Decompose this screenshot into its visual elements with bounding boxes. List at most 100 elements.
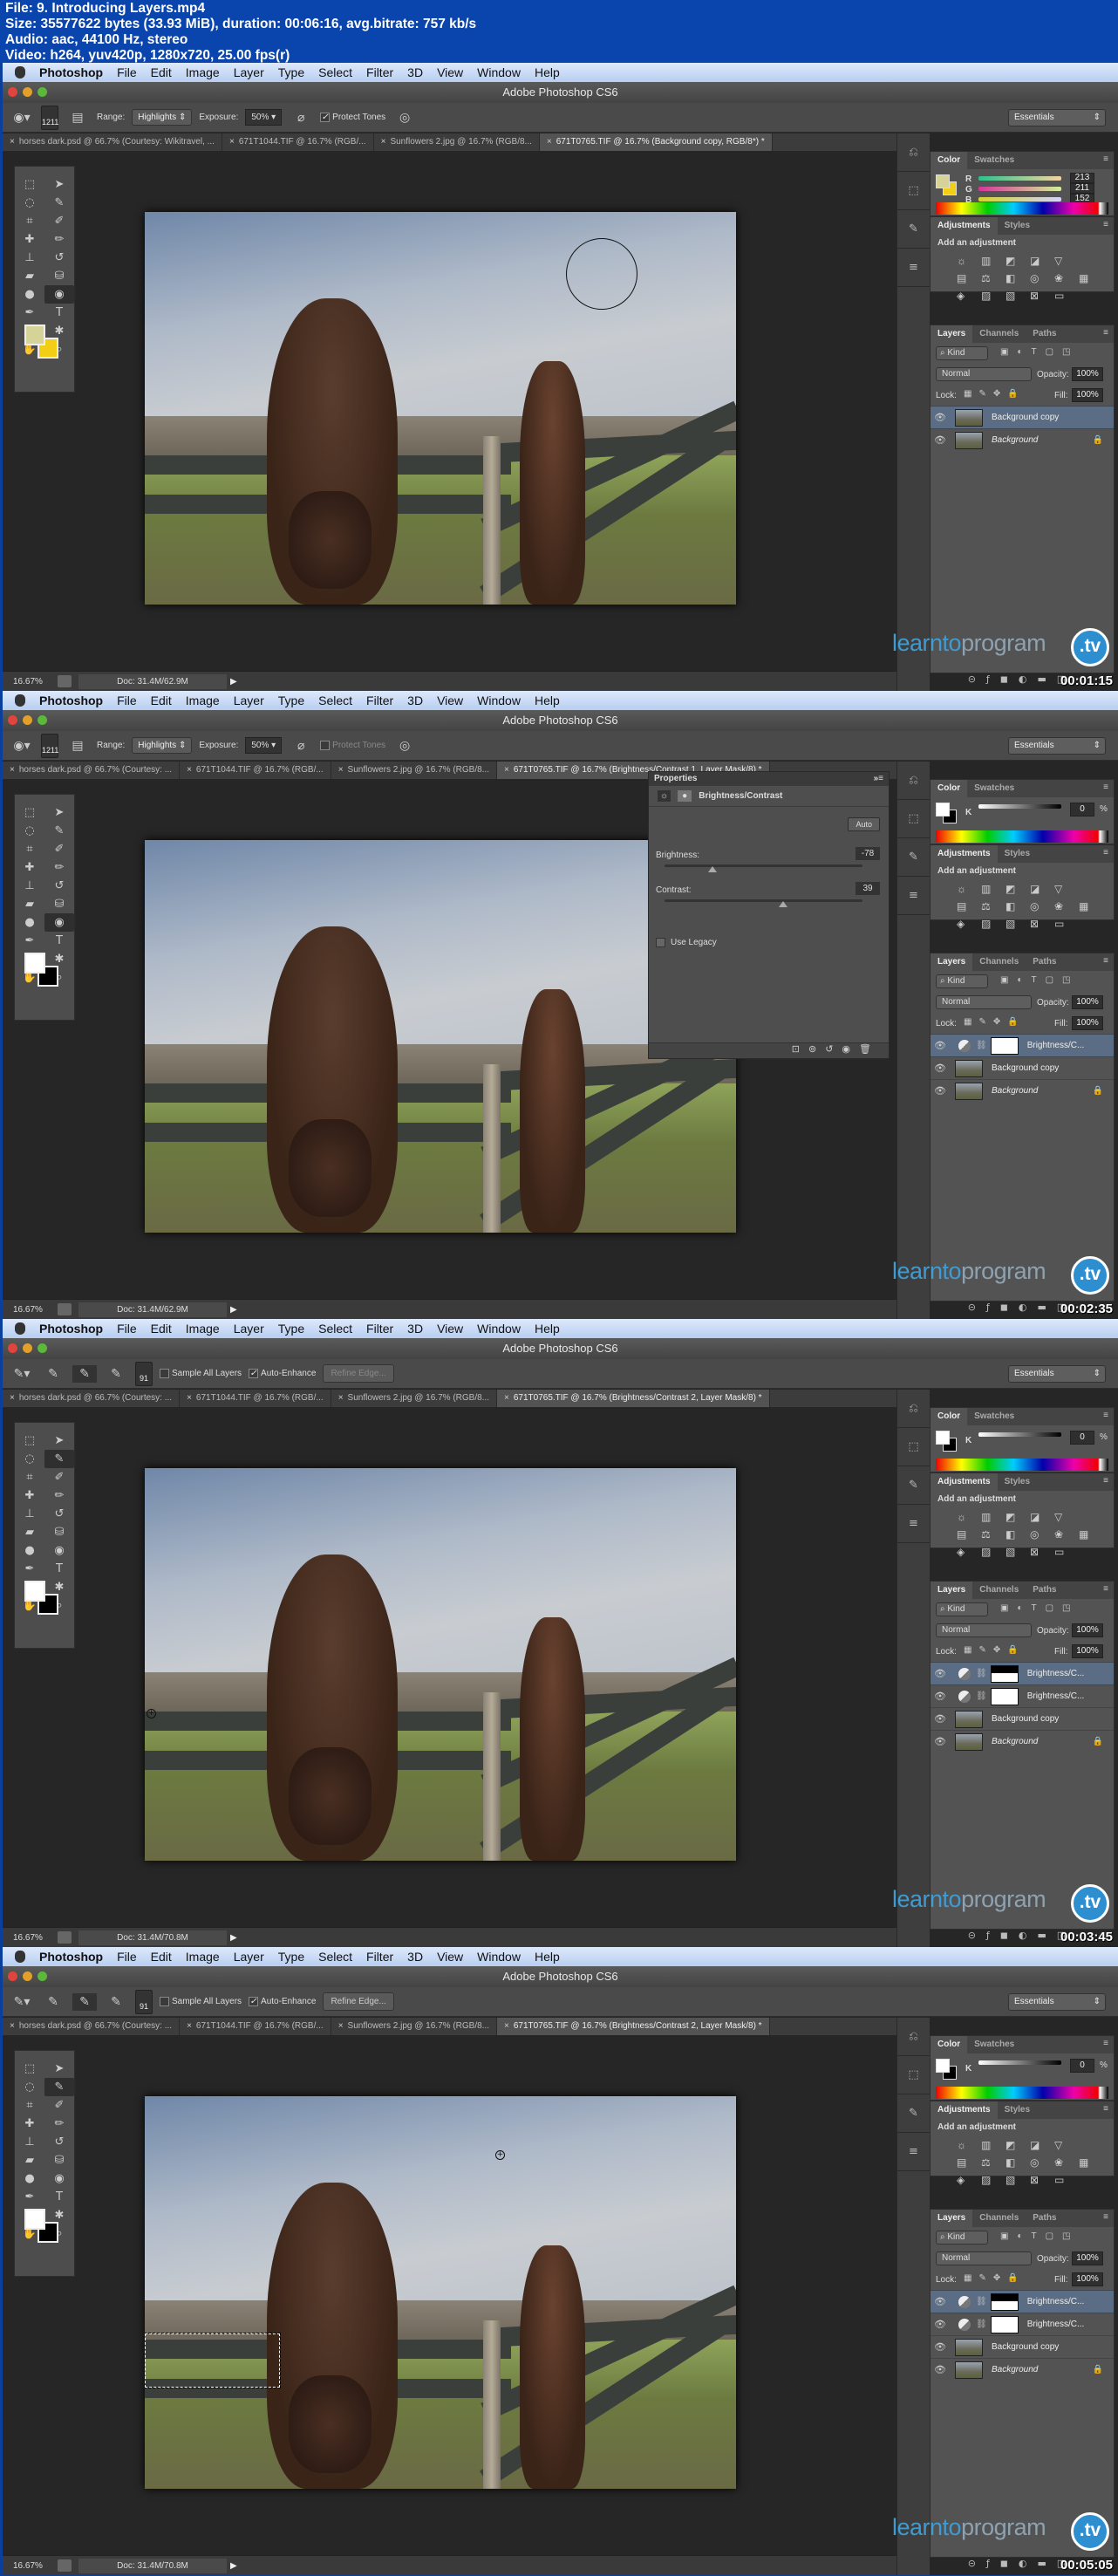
levels-icon[interactable]: ▥ <box>981 255 1000 267</box>
layer-row[interactable]: 👁 Background copy <box>931 1056 1114 1079</box>
contrast-slider[interactable] <box>665 899 862 902</box>
stamp-tool-icon[interactable]: ⊥ <box>15 877 44 895</box>
layer-row[interactable]: 👁 Background copy <box>931 1707 1114 1730</box>
vibrance-icon[interactable]: ▽ <box>1054 2139 1074 2151</box>
document-tab[interactable]: × 671T0765.TIF @ 16.7% (Brightness/Contra… <box>497 2018 770 2035</box>
close-tab-icon[interactable]: × <box>187 765 192 775</box>
channel-mixer-icon[interactable]: ❀ <box>1054 2156 1074 2169</box>
visibility-eye-icon[interactable]: 👁 <box>931 434 950 446</box>
close-button[interactable] <box>8 1343 17 1353</box>
channel-mixer-icon[interactable]: ❀ <box>1054 900 1074 912</box>
filter-icons[interactable]: ▣◐T▢◳ <box>1000 975 1080 985</box>
menu-item[interactable]: Filter <box>366 694 393 707</box>
layer-row[interactable]: 👁 ⛓ Brightness/C... <box>931 2313 1114 2335</box>
airbrush-icon[interactable]: ⌀ <box>289 109 313 126</box>
opacity-field[interactable]: 100% <box>1072 367 1103 381</box>
visibility-eye-icon[interactable]: 👁 <box>931 1063 950 1074</box>
menu-item[interactable]: 3D <box>407 1322 423 1336</box>
close-tab-icon[interactable]: × <box>10 1393 15 1403</box>
menu-item[interactable]: Edit <box>151 1322 172 1336</box>
layer-name[interactable]: Brightness/C... <box>1027 2320 1085 2329</box>
document-tab[interactable]: × 671T1044.TIF @ 16.7% (RGB/... <box>180 2018 331 2035</box>
document-tab[interactable]: × 671T0765.TIF @ 16.7% (Background copy, … <box>539 133 773 151</box>
posterize-icon[interactable]: ▨ <box>981 290 1000 302</box>
channel-value-g[interactable]: 211 <box>1070 183 1094 194</box>
bucket-tool-icon[interactable]: ⛁ <box>44 1523 74 1541</box>
menu-item[interactable]: Filter <box>366 1322 393 1336</box>
channel-value-k[interactable]: 0 <box>1070 2059 1094 2073</box>
tab-channels[interactable]: Channels <box>972 953 1026 971</box>
brightness-contrast-icon[interactable]: ☼ <box>957 1511 976 1523</box>
menu-item[interactable]: File <box>117 694 137 707</box>
quick-selection-tool-icon[interactable]: ✎▾ <box>10 1993 34 2011</box>
exposure-icon[interactable]: ◪ <box>1030 883 1049 895</box>
contrast-field[interactable]: 39 <box>856 882 880 895</box>
black-white-icon[interactable]: ◧ <box>1006 2156 1025 2169</box>
menu-item[interactable]: Layer <box>234 1950 264 1964</box>
color-lookup-icon[interactable]: ▦ <box>1079 1528 1098 1541</box>
clone-source-icon[interactable]: ≡ <box>897 1505 930 1543</box>
dodge-tool-icon[interactable]: ◉ <box>44 2169 74 2188</box>
layer-thumbnail[interactable] <box>955 2361 983 2379</box>
eyedropper-tool-icon[interactable]: ✐ <box>44 1468 74 1486</box>
menu-item[interactable]: View <box>437 694 463 707</box>
kind-filter-select[interactable]: ⌕ Kind <box>936 974 988 988</box>
photo-filter-icon[interactable]: ◎ <box>1030 272 1049 284</box>
menu-item[interactable]: Window <box>477 1950 521 1964</box>
sample-all-layers-checkbox[interactable]: Sample All Layers <box>160 1368 242 1378</box>
opacity-field[interactable]: 100% <box>1072 1623 1103 1637</box>
exposure-field[interactable]: 50% ▾ <box>245 109 283 126</box>
layer-mask-thumbnail[interactable] <box>990 2315 1019 2333</box>
pen-tool-icon[interactable]: ✒ <box>15 304 44 322</box>
visibility-eye-icon[interactable]: 👁 <box>931 2364 950 2375</box>
share-icon[interactable] <box>58 1303 72 1315</box>
lasso-tool-icon[interactable]: ◌ <box>15 822 44 840</box>
close-tab-icon[interactable]: × <box>547 137 552 147</box>
subtract-selection-icon[interactable]: ✎ <box>104 1365 128 1383</box>
brush-presets-icon[interactable]: ✎ <box>897 1466 930 1505</box>
image-canvas[interactable] <box>145 212 736 605</box>
layer-name[interactable]: Background <box>992 1737 1038 1746</box>
color-lookup-icon[interactable]: ▦ <box>1079 2156 1098 2169</box>
menu-item[interactable]: Window <box>477 694 521 707</box>
menu-item[interactable]: 3D <box>407 694 423 707</box>
gradient-map-icon[interactable]: ▭ <box>1054 918 1074 930</box>
brush-size-picker[interactable]: 1211 <box>41 733 58 758</box>
stamp-tool-icon[interactable]: ⊥ <box>15 1505 44 1523</box>
brush-size-picker[interactable]: 91 <box>135 1361 153 1386</box>
image-canvas[interactable]: + <box>145 1468 736 1861</box>
invert-icon[interactable]: ◈ <box>957 2174 976 2186</box>
visibility-eye-icon[interactable]: 👁 <box>931 412 950 423</box>
protect-tones-checkbox[interactable]: ✓ Protect Tones <box>320 112 385 122</box>
layer-mask-thumbnail[interactable] <box>990 1664 1019 1683</box>
threshold-icon[interactable]: ▧ <box>1006 1546 1025 1558</box>
menu-item[interactable]: Help <box>535 694 560 707</box>
opacity-field[interactable]: 100% <box>1072 995 1103 1009</box>
menu-item[interactable]: Type <box>278 694 304 707</box>
sample-all-layers-checkbox[interactable]: Sample All Layers <box>160 1996 242 2006</box>
layer-row[interactable]: 👁 Background copy <box>931 406 1114 428</box>
channel-slider-g[interactable] <box>978 187 1061 191</box>
opacity-field[interactable]: 100% <box>1072 2251 1103 2265</box>
crop-tool-icon[interactable]: ⌗ <box>15 2096 44 2115</box>
visibility-eye-icon[interactable]: 👁 <box>931 1040 950 1051</box>
curves-icon[interactable]: ◩ <box>1006 2139 1025 2151</box>
menu-app[interactable]: Photoshop <box>39 65 103 79</box>
tab-layers[interactable]: Layers <box>931 1582 973 1599</box>
black-white-icon[interactable]: ◧ <box>1006 1528 1025 1541</box>
add-to-selection-icon[interactable]: ✎ <box>72 1992 97 2011</box>
refine-edge-button[interactable]: Refine Edge... <box>323 1364 394 1383</box>
panel-menu-icon[interactable]: ≡ <box>1103 220 1108 229</box>
threshold-icon[interactable]: ▧ <box>1006 918 1025 930</box>
tab-adjustments[interactable]: Adjustments <box>931 2101 998 2119</box>
exposure-icon[interactable]: ◪ <box>1030 2139 1049 2151</box>
close-tab-icon[interactable]: × <box>338 2021 344 2031</box>
fill-field[interactable]: 100% <box>1072 388 1103 402</box>
layer-row[interactable]: 👁 ⛓ Brightness/C... <box>931 1684 1114 1707</box>
foreground-color-swatch[interactable] <box>24 1581 45 1602</box>
channel-slider-r[interactable] <box>978 176 1061 181</box>
menu-item[interactable]: Image <box>186 1322 220 1336</box>
marquee-tool-icon[interactable]: ⬚ <box>15 2060 44 2078</box>
visibility-eye-icon[interactable]: 👁 <box>931 2296 950 2307</box>
apple-icon[interactable] <box>15 1322 25 1335</box>
